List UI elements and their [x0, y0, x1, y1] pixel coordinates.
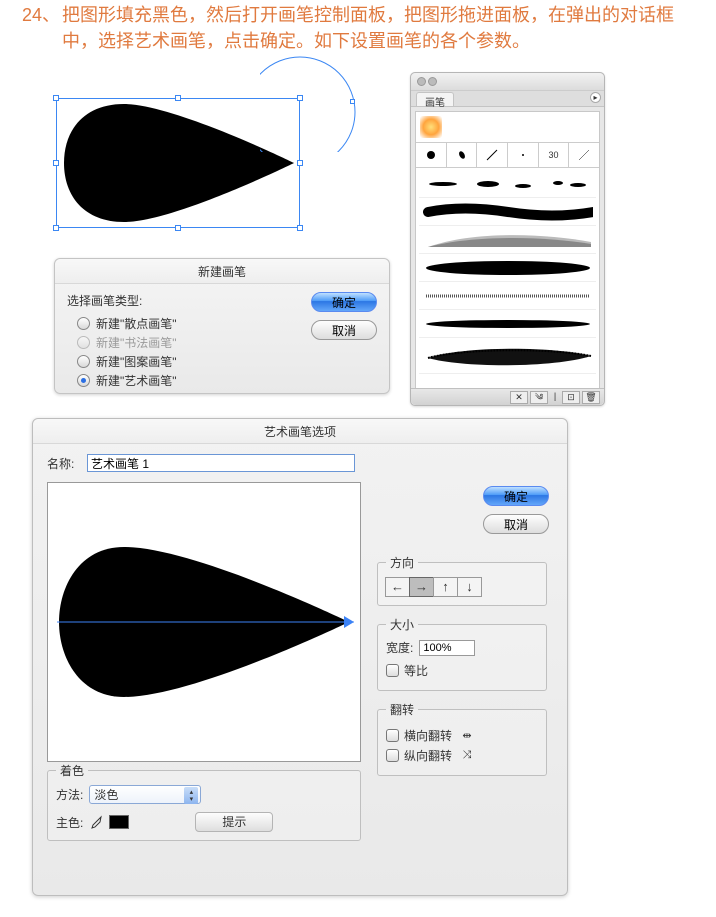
select-stepper-icon: ▴▾ [184, 787, 198, 804]
break-link-icon[interactable]: ✕ [510, 391, 528, 404]
proportional-checkbox[interactable]: 等比 [386, 662, 538, 679]
basic-cell[interactable] [569, 143, 599, 167]
eyedropper-icon[interactable] [89, 815, 103, 829]
anchor-point[interactable] [350, 99, 355, 104]
stroke-options-icon[interactable]: ༄ [530, 391, 548, 404]
flip-v-label: 纵向翻转 [404, 747, 452, 764]
window-controls[interactable] [417, 77, 437, 86]
new-brush-dialog: 新建画笔 选择画笔类型: 新建"散点画笔" 新建"书法画笔" 新建"图案画笔" … [54, 258, 390, 394]
direction-up-button[interactable]: ↑ [433, 577, 458, 597]
flip-across-icon: ⤨ [457, 749, 477, 762]
panel-divider: | [550, 391, 560, 404]
art-brush-options-dialog: 艺术画笔选项 名称: 确定 取消 方向 [32, 418, 568, 896]
width-label: 宽度: [386, 639, 413, 656]
minimize-dot[interactable] [428, 77, 437, 86]
name-label: 名称: [47, 455, 87, 472]
flip-h-label: 横向翻转 [404, 727, 452, 744]
method-value: 淡色 [94, 786, 118, 803]
brush-swatch-radial[interactable] [420, 116, 442, 138]
close-dot[interactable] [417, 77, 426, 86]
dialog-title: 新建画笔 [55, 259, 389, 284]
checkbox-icon [386, 749, 399, 762]
handle-n[interactable] [175, 95, 181, 101]
radio-art-brush[interactable]: 新建"艺术画笔" [77, 372, 377, 389]
basic-cell[interactable] [508, 143, 539, 167]
radio-icon [77, 374, 90, 387]
panel-tab-row: 画笔 ▸ [411, 91, 604, 107]
stroke-brush[interactable] [419, 226, 596, 254]
stroke-brush[interactable] [419, 254, 596, 282]
direction-down-button[interactable]: ↓ [457, 577, 482, 597]
handle-e[interactable] [297, 160, 303, 166]
key-color-swatch[interactable] [109, 815, 129, 829]
radio-icon [77, 355, 90, 368]
radio-label: 新建"散点画笔" [96, 315, 177, 332]
handle-nw[interactable] [53, 95, 59, 101]
radio-label: 新建"书法画笔" [96, 334, 177, 351]
dialog-title: 艺术画笔选项 [33, 419, 567, 444]
circle-path [260, 44, 370, 152]
direction-right-button[interactable]: → [409, 577, 434, 597]
direction-legend: 方向 [386, 554, 418, 571]
stroke-brush[interactable] [419, 310, 596, 338]
radio-label: 新建"艺术画笔" [96, 372, 177, 389]
radio-icon [77, 336, 90, 349]
flip-group: 翻转 横向翻转 ⇹ 纵向翻转 ⤨ [377, 701, 547, 776]
brush-preview [47, 482, 361, 762]
panel-header[interactable] [411, 73, 604, 91]
handle-w[interactable] [53, 160, 59, 166]
handle-sw[interactable] [53, 225, 59, 231]
colorization-legend: 着色 [56, 762, 88, 779]
stroke-brush-list [419, 170, 596, 385]
flip-vertical-checkbox[interactable]: 纵向翻转 ⤨ [386, 747, 538, 764]
checkbox-icon [386, 664, 399, 677]
colorization-group: 着色 方法: 淡色 ▴▾ 主色: 提示 [47, 762, 361, 841]
trash-icon[interactable]: 🗑 [582, 391, 600, 404]
handle-se[interactable] [297, 225, 303, 231]
step-number: 24、 [22, 2, 62, 28]
radio-pattern-brush[interactable]: 新建"图案画笔" [77, 353, 377, 370]
ok-button[interactable]: 确定 [483, 486, 549, 506]
size-group: 大小 宽度: 等比 [377, 616, 547, 691]
cancel-button[interactable]: 取消 [483, 514, 549, 534]
brush-panel: 画笔 ▸ 30 ✕ ༄ [410, 72, 605, 406]
basic-cell[interactable] [477, 143, 508, 167]
step-body: 把图形填充黑色，然后打开画笔控制面板，把图形拖进面板，在弹出的对话框中，选择艺术… [62, 2, 706, 54]
direction-left-button[interactable]: ← [385, 577, 410, 597]
basic-cell[interactable]: 30 [539, 143, 570, 167]
panel-footer: ✕ ༄ | ⊡ 🗑 [411, 388, 604, 405]
handle-s[interactable] [175, 225, 181, 231]
panel-content: 30 [415, 111, 600, 389]
panel-flyout-icon[interactable]: ▸ [590, 92, 601, 103]
method-select[interactable]: 淡色 ▴▾ [89, 785, 201, 804]
panel-tab-brush[interactable]: 画笔 [416, 92, 454, 106]
stroke-brush[interactable] [419, 170, 596, 198]
cancel-button[interactable]: 取消 [311, 320, 377, 340]
new-brush-icon[interactable]: ⊡ [562, 391, 580, 404]
stroke-brush[interactable] [419, 282, 596, 310]
method-label: 方法: [56, 786, 83, 803]
flip-horizontal-checkbox[interactable]: 横向翻转 ⇹ [386, 727, 538, 744]
stroke-brush[interactable] [419, 338, 596, 374]
width-input[interactable] [419, 640, 475, 656]
stroke-brush[interactable] [419, 198, 596, 226]
radio-label: 新建"图案画笔" [96, 353, 177, 370]
size-legend: 大小 [386, 616, 418, 633]
direction-group: 方向 ← → ↑ ↓ [377, 554, 547, 606]
checkbox-icon [386, 729, 399, 742]
proportional-label: 等比 [404, 662, 428, 679]
basic-cell[interactable] [447, 143, 478, 167]
tips-button[interactable]: 提示 [195, 812, 273, 832]
brush-name-input[interactable] [87, 454, 355, 472]
flip-legend: 翻转 [386, 701, 418, 718]
key-color-label: 主色: [56, 814, 83, 831]
basic-cell[interactable] [416, 143, 447, 167]
basic-brush-row: 30 [416, 142, 599, 168]
radio-icon [77, 317, 90, 330]
flip-along-icon: ⇹ [457, 729, 477, 742]
ok-button[interactable]: 确定 [311, 292, 377, 312]
